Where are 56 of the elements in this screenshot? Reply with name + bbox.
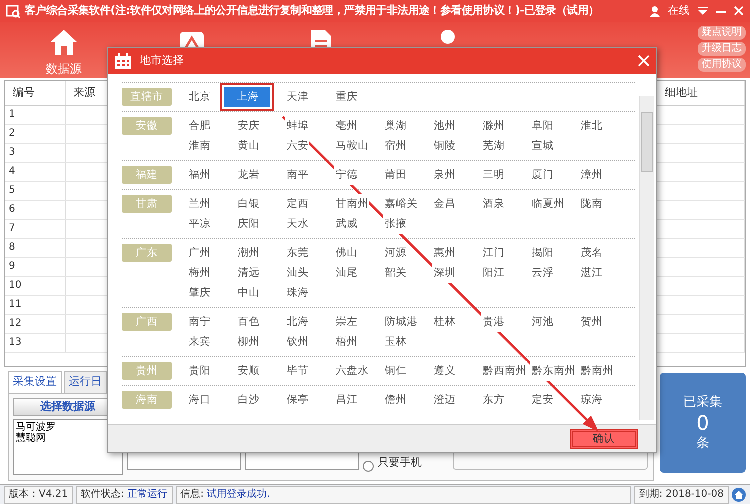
- city-option[interactable]: 宁德: [334, 164, 358, 185]
- table-cell: 8: [5, 238, 65, 257]
- close-icon[interactable]: [734, 6, 744, 16]
- radio-label[interactable]: 只要手机: [378, 455, 422, 472]
- table-cell: 11: [5, 295, 65, 314]
- home-icon[interactable]: [732, 488, 746, 502]
- city-option[interactable]: 贵港: [481, 312, 505, 332]
- province-label: 直辖市: [122, 88, 172, 106]
- table-cell: 9: [5, 257, 65, 276]
- user-icon: [650, 6, 660, 16]
- city-option[interactable]: 上海: [224, 86, 270, 107]
- table-cell: 10: [5, 276, 65, 295]
- radio-button[interactable]: [363, 460, 374, 472]
- app-icon: [6, 4, 21, 18]
- home-icon[interactable]: [49, 28, 79, 58]
- counter-value: 0: [696, 412, 710, 434]
- close-icon[interactable]: [638, 54, 650, 67]
- counter-title: 已采集: [684, 394, 722, 412]
- table-cell: 4: [5, 162, 65, 181]
- province-label: 贵州: [122, 362, 172, 380]
- city-option[interactable]: 张掖: [383, 214, 407, 234]
- table-cell: 5: [5, 181, 65, 200]
- province-label: 甘肃: [122, 194, 172, 213]
- source-list-field[interactable]: 马可波罗 慧聪网: [13, 418, 123, 474]
- table-cell: 7: [5, 219, 65, 238]
- province-label: 海南: [122, 390, 172, 409]
- table-cell: 1: [5, 105, 65, 124]
- confirm-button[interactable]: 确认: [570, 428, 638, 449]
- city-option[interactable]: 蚌埠: [285, 116, 309, 136]
- tab[interactable]: 采集设置: [8, 371, 62, 392]
- menu-icon[interactable]: [698, 6, 708, 16]
- table-cell: 13: [5, 333, 65, 352]
- status-label: 软件状态:: [81, 488, 124, 500]
- expiry-text: 到期: 2018-10-08: [634, 486, 729, 504]
- city-option[interactable]: 深圳: [432, 262, 456, 283]
- province-label: 广西: [122, 312, 172, 331]
- table-cell: 6: [5, 200, 65, 219]
- tab[interactable]: 运行日: [64, 371, 107, 392]
- window-title: 客户综合采集软件(注:软件仅对网络上的公开信息进行复制和整理，严禁用于非法用途！参看使用协议！)-已登录（试用）: [25, 2, 600, 19]
- info-value: 试用登录成功.: [207, 488, 270, 500]
- province-label: 广东: [122, 244, 172, 262]
- province-label: 福建: [122, 166, 172, 184]
- table-cell: 2: [5, 124, 65, 143]
- table-cell: 12: [5, 314, 65, 333]
- version-text: 版本：V4.21: [4, 486, 74, 504]
- table-cell: 3: [5, 143, 65, 162]
- province-label: 安徽: [122, 116, 172, 135]
- scrollbar[interactable]: [639, 96, 654, 420]
- status-value: 正常运行: [128, 488, 168, 500]
- column-header: 编号: [5, 81, 65, 105]
- dialog-title: 地市选择: [140, 52, 184, 69]
- online-status: 在线: [668, 2, 690, 19]
- calendar-icon: [114, 52, 132, 69]
- info-label: 信息:: [180, 488, 204, 500]
- counter-unit: 条: [696, 435, 710, 453]
- city-option[interactable]: 黔东南州: [530, 360, 576, 381]
